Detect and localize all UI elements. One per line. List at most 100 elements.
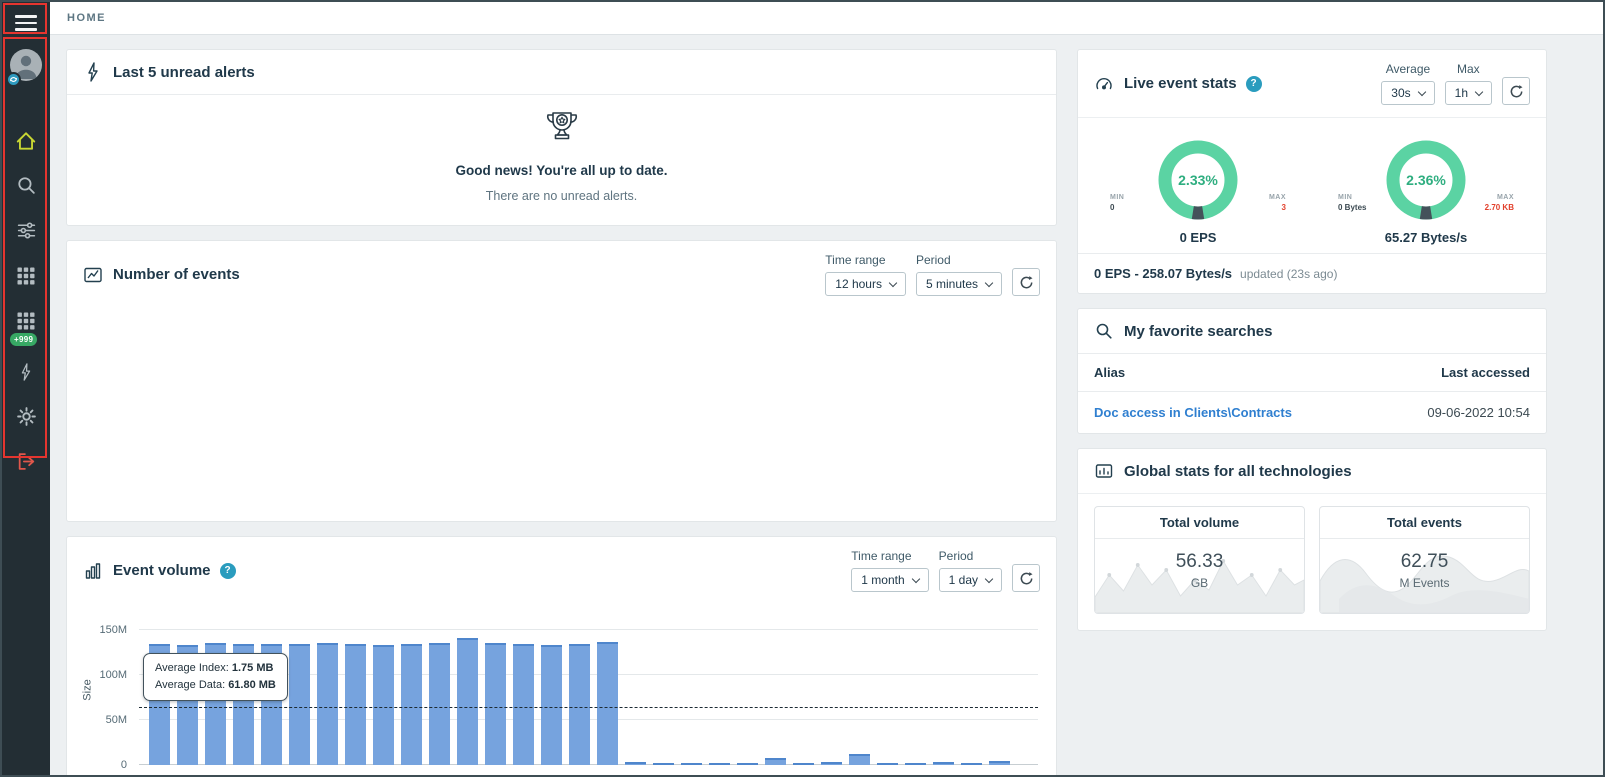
volume-bar[interactable] [569, 644, 590, 766]
volume-bar[interactable] [429, 643, 450, 765]
help-icon[interactable]: ? [1246, 76, 1262, 92]
sidebar-item-settings[interactable] [13, 405, 39, 429]
donut-percent: 2.36% [1380, 134, 1472, 226]
favorite-searches-header: My favorite searches [1078, 309, 1546, 353]
max-select[interactable]: 1h [1445, 81, 1492, 105]
favorites-table-header: Alias Last accessed [1078, 353, 1546, 392]
home-icon [15, 130, 37, 152]
chevron-down-icon [985, 574, 993, 582]
event-volume-header: Event volume ? Time range 1 month Period… [67, 537, 1056, 604]
sidebar-item-reports-wrap: +999 [13, 309, 39, 333]
volume-bar[interactable] [373, 645, 394, 765]
volume-bar[interactable] [681, 763, 702, 765]
bar-slot: 00:00 [513, 644, 534, 765]
max-label: MAX [1269, 194, 1286, 201]
sidebar-item-quick-alerts[interactable] [13, 360, 39, 384]
volume-bar[interactable] [513, 644, 534, 765]
bar-slot: 00:00 [289, 644, 310, 765]
volume-bar[interactable] [737, 763, 758, 765]
tile-body: 62.75 M Events [1320, 539, 1529, 613]
x-tick-label: 00:00 [734, 774, 762, 775]
time-range-select[interactable]: 12 hours [825, 272, 906, 296]
tile-title: Total events [1320, 507, 1529, 539]
sidebar-item-logout[interactable] [13, 450, 39, 474]
volume-bar[interactable] [625, 762, 646, 765]
donut-chart: 2.33% [1152, 134, 1244, 226]
volume-bar[interactable] [709, 763, 730, 765]
refresh-button[interactable] [1012, 564, 1040, 592]
volume-bar[interactable] [765, 758, 786, 765]
menu-icon[interactable] [11, 11, 41, 35]
switch-user-icon[interactable] [6, 72, 21, 87]
sidebar-item-dashboards[interactable] [13, 264, 39, 288]
bar-slot [485, 643, 506, 765]
bytes-gauge: MIN 0 Bytes 2.36% 65.27 Bytes/s [1338, 134, 1514, 245]
total-events-tile: Total events 62.75 M Events [1319, 506, 1530, 614]
bar-slot: 00:00 [961, 763, 982, 765]
volume-bar[interactable] [849, 754, 870, 765]
eps-gauge: MIN 0 2.33% 0 EPS [1110, 134, 1286, 245]
live-event-stats-card: Live event stats ? Average 30s Max 1h [1077, 49, 1547, 294]
bar-slot: 00:00 [737, 763, 758, 765]
volume-bar[interactable] [485, 643, 506, 765]
volume-bar[interactable] [401, 644, 422, 766]
unread-alerts-header: Last 5 unread alerts [67, 50, 1056, 94]
volume-bar[interactable] [793, 763, 814, 765]
live-stats-donuts: MIN 0 2.33% 0 EPS [1078, 117, 1546, 253]
volume-bar[interactable] [961, 763, 982, 765]
period-value: 1 day [949, 573, 978, 587]
volume-bar[interactable] [989, 761, 1010, 766]
bar-slot [541, 645, 562, 765]
total-volume-value: 56.33 [1095, 551, 1304, 573]
average-select[interactable]: 30s [1381, 81, 1434, 105]
bar-slot [653, 763, 674, 765]
live-stats-summary: 0 EPS - 258.07 Bytes/s [1094, 266, 1232, 281]
sidebar-item-filters[interactable] [13, 219, 39, 243]
favorite-search-link[interactable]: Doc access in Clients\Contracts [1094, 405, 1292, 420]
volume-bar[interactable] [933, 762, 954, 765]
sliders-icon [16, 220, 37, 241]
chart-frame-icon [83, 265, 103, 285]
period-select[interactable]: 1 day [939, 568, 1002, 592]
card-title: Live event stats [1124, 75, 1237, 92]
help-icon[interactable]: ? [220, 563, 236, 579]
grid-icon [16, 266, 36, 286]
sidebar-item-reports[interactable] [13, 309, 39, 333]
volume-bar[interactable] [345, 644, 366, 766]
volume-bar[interactable] [541, 645, 562, 765]
volume-bar[interactable] [905, 763, 926, 765]
volume-bar[interactable] [821, 762, 842, 765]
volume-bar[interactable] [653, 763, 674, 765]
average-label: Average [1386, 62, 1430, 76]
volume-bar[interactable] [317, 643, 338, 765]
events-controls: Time range 12 hours Period 5 minutes [825, 253, 1040, 296]
refresh-button[interactable] [1012, 268, 1040, 296]
unread-alerts-body: Good news! You're all up to date. There … [67, 94, 1056, 225]
unread-alerts-card: Last 5 unread alerts Good news! You're a… [66, 49, 1057, 226]
average-value: 30s [1391, 86, 1410, 100]
min-label: MIN [1110, 194, 1124, 201]
max-block: MAX 3 [1252, 194, 1286, 212]
avatar[interactable] [10, 49, 42, 81]
volume-bar[interactable] [289, 644, 310, 765]
min-value: 0 Bytes [1338, 203, 1366, 212]
volume-bar[interactable] [597, 642, 618, 765]
max-label: Max [1457, 62, 1480, 76]
x-tick-label: 00:00 [678, 774, 706, 775]
max-label: MAX [1497, 194, 1514, 201]
sidebar-item-home[interactable] [13, 129, 39, 153]
volume-bar[interactable] [457, 638, 478, 765]
refresh-button[interactable] [1502, 77, 1530, 105]
bar-slot [709, 763, 730, 765]
period-select[interactable]: 5 minutes [916, 272, 1002, 296]
bar-slot [597, 642, 618, 765]
time-range-select[interactable]: 1 month [851, 568, 928, 592]
live-stats-footer: 0 EPS - 258.07 Bytes/s updated (23s ago) [1078, 253, 1546, 293]
column-last-accessed: Last accessed [1441, 365, 1530, 380]
search-icon [1094, 321, 1114, 341]
sidebar-item-search[interactable] [13, 174, 39, 198]
plot-area: 00:0000:0000:0000:0000:0000:0000:0000:00… [139, 618, 1038, 765]
bar-slot [989, 761, 1010, 766]
bar-slot [821, 762, 842, 765]
volume-bar[interactable] [877, 763, 898, 765]
